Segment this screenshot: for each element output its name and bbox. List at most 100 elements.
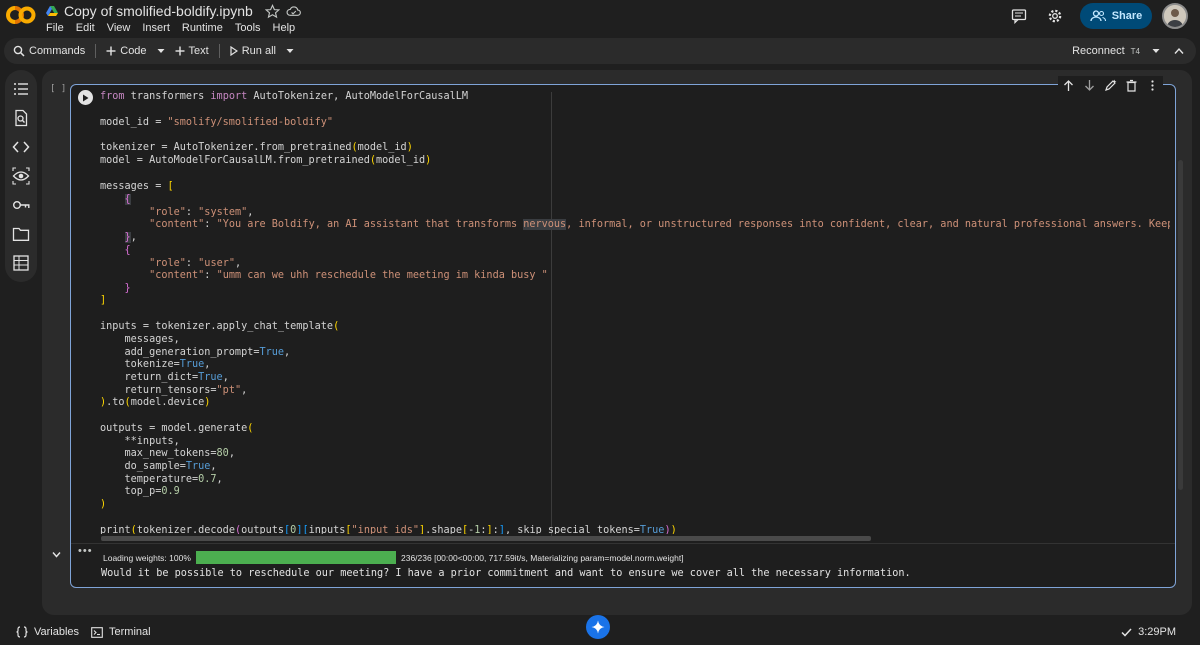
- code-line: ): [100, 499, 107, 510]
- code-line: print(tokenizer.decode(outputs[0][inputs…: [100, 525, 677, 534]
- share-label: Share: [1111, 10, 1143, 22]
- menu-bar: File Edit View Insert Runtime Tools Help: [46, 22, 295, 34]
- loading-label: Loading weights: 100%: [103, 553, 191, 563]
- menu-file[interactable]: File: [46, 22, 64, 34]
- commands-label: Commands: [29, 45, 86, 57]
- collapse-icon[interactable]: [51, 549, 62, 560]
- code-line: {: [124, 194, 131, 205]
- play-icon: [230, 46, 238, 56]
- find-icon[interactable]: [12, 109, 30, 127]
- plus-icon: [175, 46, 185, 56]
- add-text-button[interactable]: Text: [169, 38, 215, 64]
- play-icon: [83, 94, 89, 101]
- cloud-icon[interactable]: [286, 4, 301, 19]
- people-icon: [1090, 10, 1106, 22]
- chevron-down-icon: [286, 49, 294, 53]
- code-line: inputs = tokenizer.apply_chat_template(: [100, 321, 340, 332]
- app-header: Copy of smolified-boldify.ipynb File Edi…: [0, 0, 1200, 38]
- terminal-label: Terminal: [109, 626, 151, 638]
- code-line: ]: [100, 295, 107, 306]
- code-line: tokenize=True,: [100, 359, 211, 370]
- colab-logo[interactable]: [6, 4, 36, 26]
- code-line: },: [124, 232, 137, 243]
- key-icon[interactable]: [12, 196, 30, 214]
- code-line: messages = [: [100, 181, 174, 192]
- share-button[interactable]: Share: [1080, 3, 1152, 29]
- runtime-type-badge: T4: [1130, 46, 1140, 56]
- vertical-scrollbar[interactable]: [1178, 160, 1183, 490]
- run-options-dropdown[interactable]: [282, 38, 298, 64]
- gear-icon: [1048, 9, 1062, 23]
- variables-eye-icon[interactable]: [12, 167, 30, 185]
- collapse-toolbar-icon[interactable]: [1174, 47, 1184, 55]
- chevron-down-icon[interactable]: [1152, 48, 1160, 54]
- run-all-button[interactable]: Run all: [224, 38, 282, 64]
- plus-icon: [106, 46, 116, 56]
- drive-icon: [46, 6, 58, 16]
- menu-runtime[interactable]: Runtime: [182, 22, 223, 34]
- code-editor[interactable]: from transformers import AutoTokenizer, …: [100, 88, 1170, 534]
- folder-icon[interactable]: [12, 225, 30, 243]
- run-all-label: Run all: [241, 45, 276, 57]
- comment-icon: [1011, 9, 1027, 24]
- check-icon: [1121, 627, 1132, 637]
- notebook-toolbar: Commands Code Text Run all Reconnect T4: [4, 38, 1196, 64]
- chevron-down-icon: [157, 49, 165, 53]
- search-icon: [13, 45, 25, 57]
- status-time: 3:29PM: [1138, 626, 1176, 638]
- braces-icon: [16, 626, 28, 638]
- toolbar-divider: [218, 44, 220, 58]
- output-menu-button[interactable]: •••: [78, 545, 93, 557]
- code-line: do_sample=True,: [100, 461, 217, 472]
- variables-label: Variables: [34, 626, 80, 638]
- code-line: {: [124, 245, 131, 256]
- code-line: tokenizer = AutoTokenizer.from_pretraine…: [100, 142, 413, 153]
- cell-execution-count: [ ]: [50, 84, 67, 94]
- commands-button[interactable]: Commands: [4, 38, 91, 64]
- runtime-status[interactable]: 3:29PM: [1121, 626, 1176, 638]
- add-code-button[interactable]: Code: [100, 38, 152, 64]
- code-line: "content": "umm can we uhh reschedule th…: [149, 270, 548, 281]
- code-line: "content": "You are Boldify, an AI assis…: [149, 219, 1170, 230]
- side-rail: [5, 70, 37, 282]
- avatar-image: [1164, 5, 1186, 27]
- horizontal-scrollbar[interactable]: [101, 536, 871, 541]
- table-icon[interactable]: [12, 254, 30, 272]
- terminal-button[interactable]: Terminal: [91, 626, 151, 638]
- output-divider: [71, 543, 1175, 544]
- toolbar-divider: [95, 44, 97, 58]
- settings-button[interactable]: [1044, 5, 1066, 27]
- gemini-button[interactable]: [586, 615, 610, 639]
- progress-fill: [196, 551, 396, 564]
- progress-bar: [196, 551, 396, 564]
- code-line: ).to(model.device): [100, 397, 211, 408]
- menu-tools[interactable]: Tools: [235, 22, 261, 34]
- cell-output-text: Would it be possible to reschedule our m…: [101, 568, 911, 579]
- code-line: top_p=0.9: [100, 486, 180, 497]
- comments-button[interactable]: [1008, 5, 1030, 27]
- code-line: from transformers import AutoTokenizer, …: [100, 91, 469, 102]
- menu-view[interactable]: View: [107, 22, 131, 34]
- menu-help[interactable]: Help: [273, 22, 296, 34]
- menu-insert[interactable]: Insert: [142, 22, 170, 34]
- code-line: model_id = "smolify/smolified-boldify": [100, 117, 334, 128]
- menu-edit[interactable]: Edit: [76, 22, 95, 34]
- text-label: Text: [188, 45, 209, 57]
- variables-button[interactable]: Variables: [16, 626, 79, 638]
- terminal-icon: [91, 626, 103, 638]
- avatar[interactable]: [1162, 3, 1188, 29]
- code-line: model = AutoModelForCausalLM.from_pretra…: [100, 155, 432, 166]
- code-line: outputs = model.generate(: [100, 423, 254, 434]
- run-cell-button[interactable]: [78, 90, 93, 105]
- progress-text: 236/236 [00:00<00:00, 717.59it/s, Materi…: [401, 553, 684, 563]
- notebook-title[interactable]: Copy of smolified-boldify.ipynb: [64, 3, 253, 19]
- code-line: max_new_tokens=80,: [100, 448, 235, 459]
- star-icon[interactable]: [264, 3, 280, 19]
- code-options-dropdown[interactable]: [153, 38, 169, 64]
- code-icon[interactable]: [12, 138, 30, 156]
- code-line: messages,: [100, 334, 180, 345]
- code-label: Code: [120, 45, 147, 57]
- reconnect-button[interactable]: Reconnect: [1072, 45, 1125, 57]
- gemini-icon: [591, 620, 605, 634]
- toc-icon[interactable]: [12, 80, 30, 98]
